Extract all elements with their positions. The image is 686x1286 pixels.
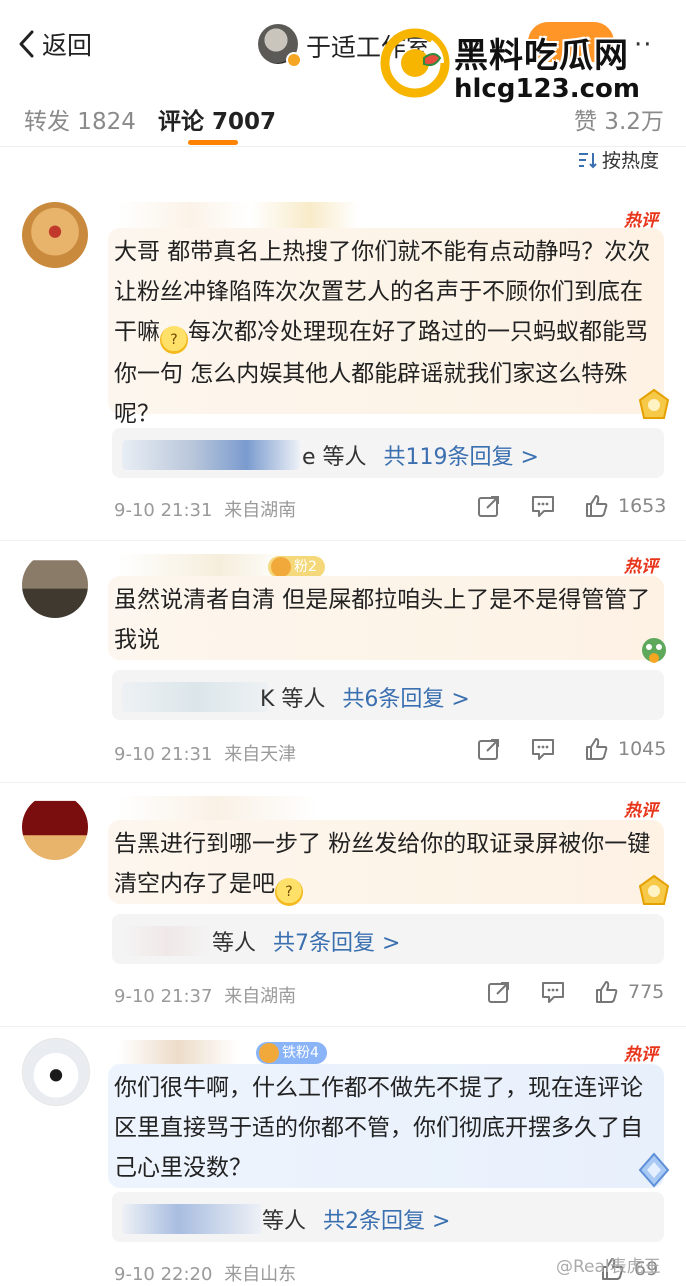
crown-icon: [271, 557, 291, 577]
thinking-emoji-icon: ?: [275, 878, 303, 906]
comment-icon[interactable]: [530, 493, 556, 519]
like-icon[interactable]: [584, 493, 610, 519]
sort-label: 按热度: [602, 150, 660, 172]
comment-text-part: 每次都冷处理现在好了路过的一只蚂蚁都能骂你一句 怎么内娱其他人都能辟谣就我们家这…: [114, 319, 648, 427]
commenter-avatar[interactable]: [22, 552, 88, 618]
comment-time: 9-10 21:31: [114, 500, 213, 521]
reply-avatars: [122, 1204, 262, 1234]
share-icon[interactable]: [476, 493, 502, 519]
comment-meta: 9-10 22:20 来自山东: [114, 1260, 296, 1286]
comment-location: 来自湖南: [224, 500, 297, 521]
like-count: 775: [628, 981, 665, 1003]
comment-actions: 1653: [476, 493, 666, 519]
comment-text: 大哥 都带真名上热搜了你们就不能有点动静吗？次次让粉丝冲锋陷阵次次置艺人的名声于…: [114, 232, 660, 434]
verified-badge-icon: [286, 52, 302, 68]
comment-divider: [0, 782, 686, 783]
reply-users-label: K 等人: [260, 687, 326, 712]
reply-summary: K 等人 共6条回复 >: [260, 681, 470, 713]
tab-reposts[interactable]: 转发 1824: [24, 102, 136, 136]
gold-medal-icon: [638, 388, 670, 419]
reply-avatars: [122, 682, 268, 712]
tab-comments[interactable]: 评论 7007: [158, 102, 276, 136]
comment-location: 来自山东: [224, 1264, 297, 1285]
diamond-medal-icon: [638, 1152, 670, 1188]
reply-summary: 等人 共2条回复 >: [262, 1203, 450, 1235]
reply-users-label: 等人: [212, 931, 257, 956]
reply-preview[interactable]: 等人 共7条回复 >: [112, 914, 664, 964]
thinking-emoji-icon: ?: [160, 326, 188, 354]
comment-time: 9-10 21:37: [114, 986, 213, 1007]
share-icon[interactable]: [476, 736, 502, 762]
reply-summary: e 等人 共119条回复 >: [302, 439, 539, 471]
comment-text: 你们很牛啊，什么工作都不做先不提了，现在连评论区里直接骂于适的你都不管，你们彻底…: [114, 1068, 660, 1188]
comment-text-part: 告黑进行到哪一步了 粉丝发给你的取证录屏被你一键清空内存了是吧: [114, 831, 651, 897]
hot-comment-badge: 热评: [624, 801, 658, 821]
comment-location: 来自天津: [224, 744, 297, 765]
commenter-avatar[interactable]: [22, 794, 88, 860]
tab-bar: 转发 1824 评论 7007 赞 3.2万: [0, 88, 686, 147]
comment-meta: 9-10 21:31 来自天津: [114, 740, 296, 766]
comment-icon[interactable]: [540, 979, 566, 1005]
fan-level-label: 铁粉4: [282, 1045, 319, 1061]
gold-medal-icon: [638, 874, 670, 905]
comment-text-part: 虽然说清者自清 但是屎都拉咱头上了是不是得管管了我说: [114, 587, 651, 653]
comment-text: 告黑进行到哪一步了 粉丝发给你的取证录屏被你一键清空内存了是吧?: [114, 824, 660, 906]
tab-likes[interactable]: 赞 3.2万: [574, 102, 664, 136]
reply-avatars: [122, 926, 212, 956]
back-button[interactable]: 返回: [16, 22, 92, 66]
reply-users-label: e 等人: [302, 445, 367, 470]
like-count: 1045: [618, 738, 667, 760]
sort-icon: [579, 152, 597, 168]
fan-level-badge: 粉2: [268, 556, 325, 578]
comment-text-part: 你们很牛啊，什么工作都不做先不提了，现在连评论区里直接骂于适的你都不管，你们彻底…: [114, 1075, 643, 1181]
view-replies-link[interactable]: 共119条回复 >: [384, 445, 539, 470]
share-icon[interactable]: [486, 979, 512, 1005]
commenter-avatar[interactable]: [22, 202, 88, 268]
comment-time: 9-10 21:31: [114, 744, 213, 765]
watermark-brand: 黑料吃瓜网: [454, 36, 629, 76]
comment-actions: 775: [486, 979, 664, 1005]
comment-divider: [0, 540, 686, 541]
hot-comment-badge: 热评: [624, 557, 658, 577]
hot-comment-badge: 热评: [624, 1045, 658, 1065]
chevron-left-icon: [19, 30, 34, 58]
comment-location: 来自湖南: [224, 986, 297, 1007]
reply-preview[interactable]: e 等人 共119条回复 >: [112, 428, 664, 478]
reply-users-label: 等人: [262, 1209, 307, 1234]
fan-level-badge: 铁粉4: [256, 1042, 327, 1064]
reply-avatars: [122, 440, 300, 470]
reply-preview[interactable]: K 等人 共6条回复 >: [112, 670, 664, 720]
comment-icon[interactable]: [530, 736, 556, 762]
comment-divider: [0, 1026, 686, 1027]
reply-preview[interactable]: 等人 共2条回复 >: [112, 1192, 664, 1242]
comment-text: 虽然说清者自清 但是屎都拉咱头上了是不是得管管了我说: [114, 580, 660, 660]
like-icon[interactable]: [584, 736, 610, 762]
commenter-name[interactable]: [118, 202, 358, 228]
view-replies-link[interactable]: 共7条回复 >: [273, 931, 400, 956]
comment-actions: 1045: [476, 736, 666, 762]
comment-meta: 9-10 21:37 来自湖南: [114, 982, 296, 1008]
commenter-name[interactable]: [118, 1040, 238, 1066]
comment-time: 9-10 22:20: [114, 1264, 213, 1285]
image-watermark: @Real表虎王: [556, 1257, 661, 1277]
commenter-name[interactable]: [118, 796, 318, 822]
like-count: 1653: [618, 495, 667, 517]
mascot-sticker-icon: [642, 638, 666, 663]
crown-icon: [259, 1043, 279, 1063]
like-icon[interactable]: [594, 979, 620, 1005]
reply-summary: 等人 共7条回复 >: [212, 925, 400, 957]
fan-level-label: 粉2: [294, 559, 317, 575]
comment-meta: 9-10 21:31 来自湖南: [114, 496, 296, 522]
view-replies-link[interactable]: 共2条回复 >: [323, 1209, 450, 1234]
back-label: 返回: [42, 31, 93, 60]
sort-toggle[interactable]: 按热度: [578, 146, 659, 173]
view-replies-link[interactable]: 共6条回复 >: [342, 687, 469, 712]
active-tab-indicator: [188, 140, 238, 145]
commenter-avatar[interactable]: [22, 1038, 90, 1106]
